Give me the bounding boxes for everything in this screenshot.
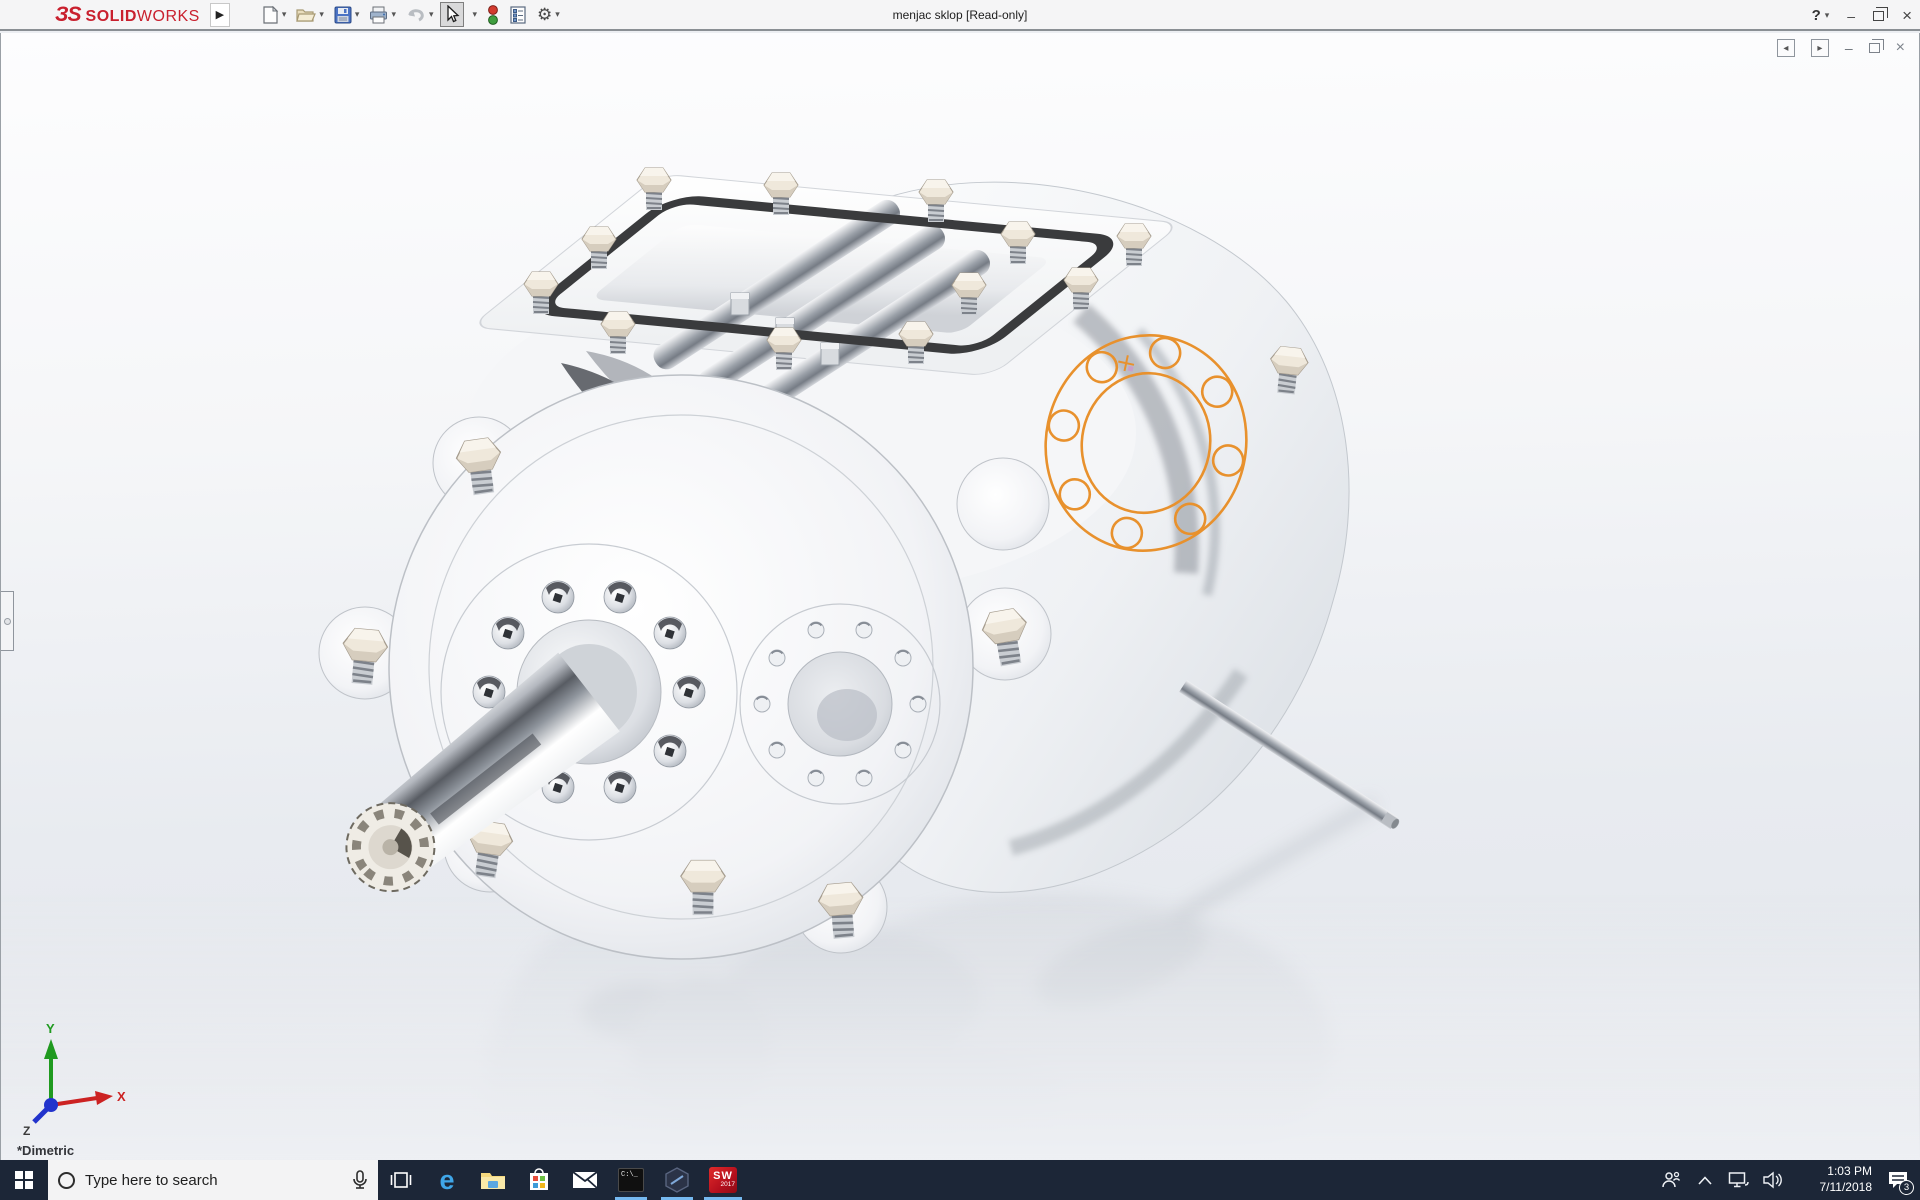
file-explorer-icon — [480, 1169, 506, 1191]
people-button[interactable] — [1654, 1160, 1688, 1200]
select-tool-button[interactable] — [440, 2, 464, 27]
gearbox-model[interactable] — [319, 168, 1402, 959]
undo-icon — [406, 6, 426, 24]
taskbar-app-solidworks[interactable]: SW 2017 — [700, 1160, 746, 1200]
tray-overflow-button[interactable] — [1688, 1160, 1722, 1200]
action-center-button[interactable]: 3 — [1876, 1160, 1920, 1200]
tray-time: 1:03 PM — [1827, 1164, 1872, 1180]
store-icon — [528, 1168, 550, 1192]
windows-logo-icon — [15, 1171, 33, 1189]
title-bar: ЗS SOLID WORKS ▶ ▾ ▾ — [0, 0, 1920, 31]
network-button[interactable] — [1722, 1160, 1756, 1200]
document-window-controls: ◂ ▸ – × — [1777, 39, 1905, 57]
next-pane-button[interactable]: ▸ — [1811, 39, 1829, 57]
help-icon: ? — [1812, 7, 1821, 24]
undo-button[interactable]: ▾ — [402, 3, 438, 27]
file-properties-button[interactable] — [505, 3, 531, 27]
save-floppy-icon — [334, 6, 352, 24]
minimize-button[interactable]: – — [1847, 9, 1855, 23]
document-close-button[interactable]: × — [1896, 39, 1905, 57]
task-view-icon — [390, 1170, 412, 1190]
new-document-button[interactable]: ▾ — [258, 3, 291, 27]
file-properties-icon — [509, 6, 527, 24]
mail-icon — [572, 1171, 598, 1189]
search-placeholder: Type here to search — [85, 1172, 342, 1189]
taskbar-app-cmd[interactable]: C:\_ — [608, 1160, 654, 1200]
z-axis-label: Z — [23, 1124, 30, 1138]
view-orientation-label: *Dimetric — [17, 1143, 74, 1158]
select-cursor-icon — [444, 5, 460, 24]
open-folder-icon — [296, 6, 316, 24]
save-button[interactable]: ▾ — [330, 3, 364, 27]
clock[interactable]: 1:03 PM 7/11/2018 — [1790, 1160, 1876, 1200]
task-view-button[interactable] — [378, 1160, 424, 1200]
new-document-icon — [262, 6, 279, 24]
window-controls: ? ▾ – × — [1812, 0, 1912, 31]
document-minimize-button[interactable]: – — [1845, 40, 1853, 56]
solidworks-logo: ЗS SOLID WORKS — [55, 3, 200, 27]
y-axis-label: Y — [46, 1021, 55, 1036]
solidworks-logo-mark: ЗS — [55, 3, 81, 27]
taskbar-app-mail[interactable] — [562, 1160, 608, 1200]
rebuild-traffic-light-icon — [487, 5, 499, 25]
quick-access-toolbar: ▾ ▾ ▾ — [258, 2, 564, 28]
taskbar-app-edge[interactable]: e — [424, 1160, 470, 1200]
windows-taskbar: Type here to search e — [0, 1160, 1920, 1200]
system-tray: 1:03 PM 7/11/2018 3 — [1654, 1160, 1920, 1200]
rebuild-button[interactable] — [483, 2, 503, 28]
network-icon — [1728, 1171, 1750, 1189]
tray-date: 7/11/2018 — [1820, 1180, 1873, 1196]
z-axis-ball — [44, 1098, 58, 1112]
model-scene: Y X Z — [1, 33, 1920, 1160]
hexagon-app-icon — [664, 1167, 690, 1193]
menu-flyout-arrow[interactable]: ▶ — [210, 3, 230, 27]
graphics-viewport[interactable]: ◂ ▸ – × — [0, 33, 1920, 1160]
feature-manager-collapsed-tab[interactable] — [1, 591, 14, 651]
select-tool-dropdown[interactable]: ▾ — [466, 6, 482, 23]
solidworks-2017-icon: SW 2017 — [709, 1167, 737, 1193]
x-axis-label: X — [117, 1089, 126, 1104]
search-box[interactable]: Type here to search — [48, 1160, 378, 1200]
command-prompt-icon: C:\_ — [618, 1168, 644, 1192]
people-icon — [1661, 1170, 1681, 1190]
restore-button[interactable] — [1873, 11, 1884, 21]
help-button[interactable]: ? ▾ — [1812, 7, 1830, 24]
start-button[interactable] — [0, 1160, 48, 1200]
volume-button[interactable] — [1756, 1160, 1790, 1200]
close-button[interactable]: × — [1902, 9, 1912, 23]
open-button[interactable]: ▾ — [292, 3, 328, 27]
print-button[interactable]: ▾ — [365, 3, 400, 27]
microphone-icon[interactable] — [352, 1170, 368, 1190]
options-gear-icon: ⚙ — [537, 7, 552, 23]
chevron-up-icon — [1698, 1176, 1712, 1185]
speaker-icon — [1763, 1171, 1783, 1189]
edge-icon: e — [439, 1165, 454, 1196]
options-button[interactable]: ⚙ ▾ — [533, 4, 564, 26]
taskbar-app-hexagon[interactable] — [654, 1160, 700, 1200]
print-icon — [369, 6, 388, 24]
panel-splitter-dot-icon — [4, 618, 11, 625]
taskbar-app-store[interactable] — [516, 1160, 562, 1200]
taskbar-app-file-explorer[interactable] — [470, 1160, 516, 1200]
document-restore-button[interactable] — [1869, 43, 1880, 53]
notification-badge: 3 — [1899, 1180, 1914, 1195]
cortana-icon — [58, 1172, 75, 1189]
previous-pane-button[interactable]: ◂ — [1777, 39, 1795, 57]
